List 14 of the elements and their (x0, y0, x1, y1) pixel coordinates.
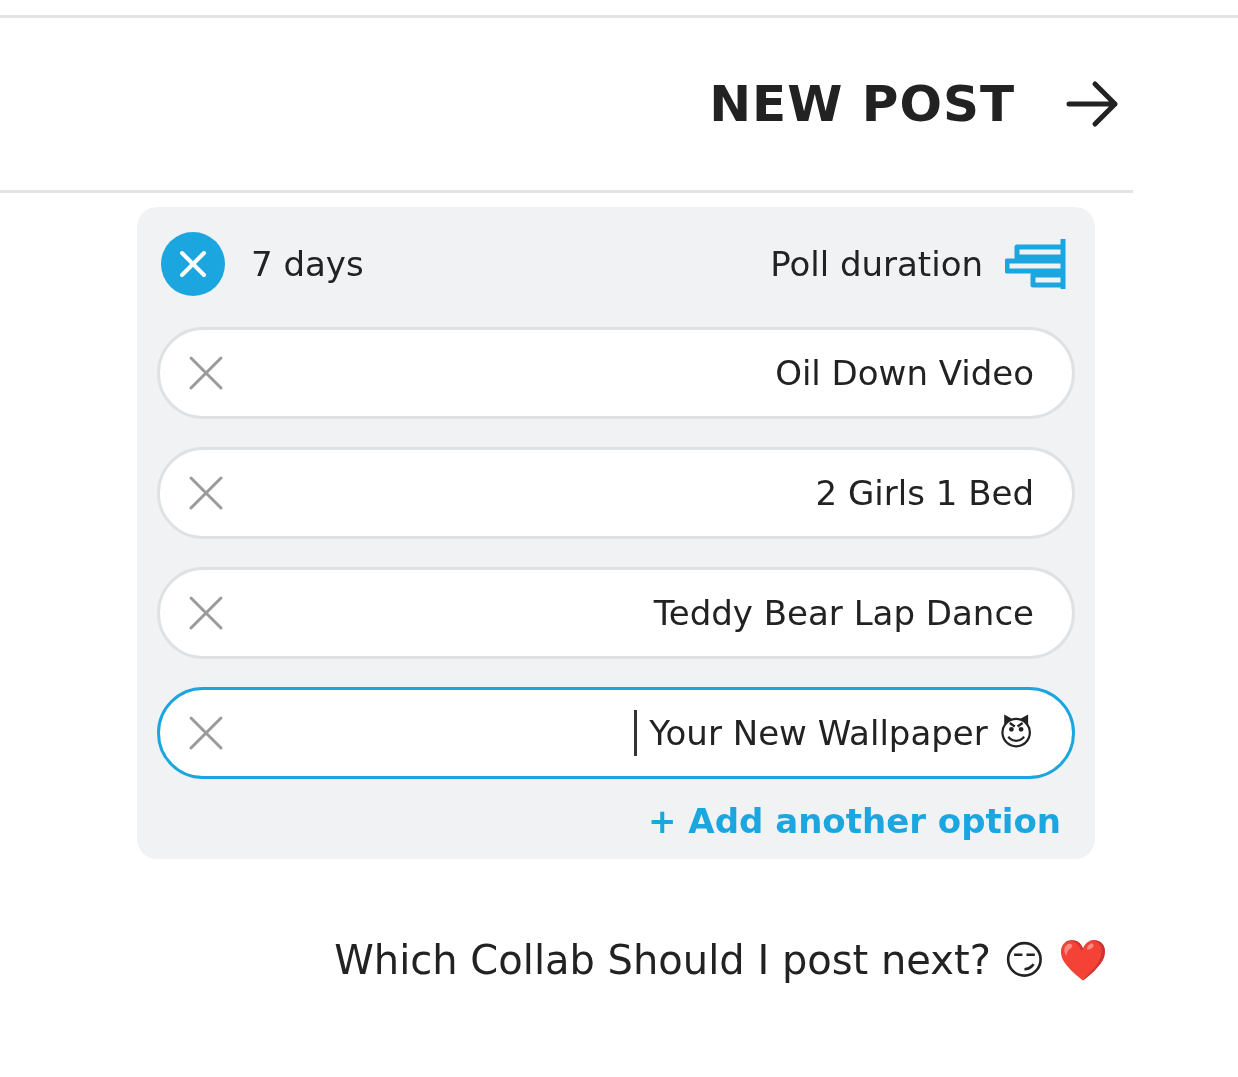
option-field[interactable]: Teddy Bear Lap Dance (157, 567, 1075, 659)
close-icon[interactable] (188, 475, 224, 511)
close-icon[interactable] (188, 595, 224, 631)
option-field[interactable]: 2 Girls 1 Bed (157, 447, 1075, 539)
option-field[interactable]: Your New Wallpaper 😈 (157, 687, 1075, 779)
option-field[interactable]: Oil Down Video (157, 327, 1075, 419)
text-cursor (634, 710, 638, 756)
poll-duration-value[interactable]: 7 days (251, 244, 364, 284)
close-icon[interactable] (188, 715, 224, 751)
page-title: NEW POST (709, 75, 1015, 133)
close-icon[interactable] (188, 355, 224, 391)
remove-poll-icon[interactable] (161, 232, 225, 296)
post-caption[interactable]: Which Collab Should I post next? 😏 ❤ (0, 937, 1108, 984)
poll-duration-label: Poll duration (770, 244, 983, 284)
